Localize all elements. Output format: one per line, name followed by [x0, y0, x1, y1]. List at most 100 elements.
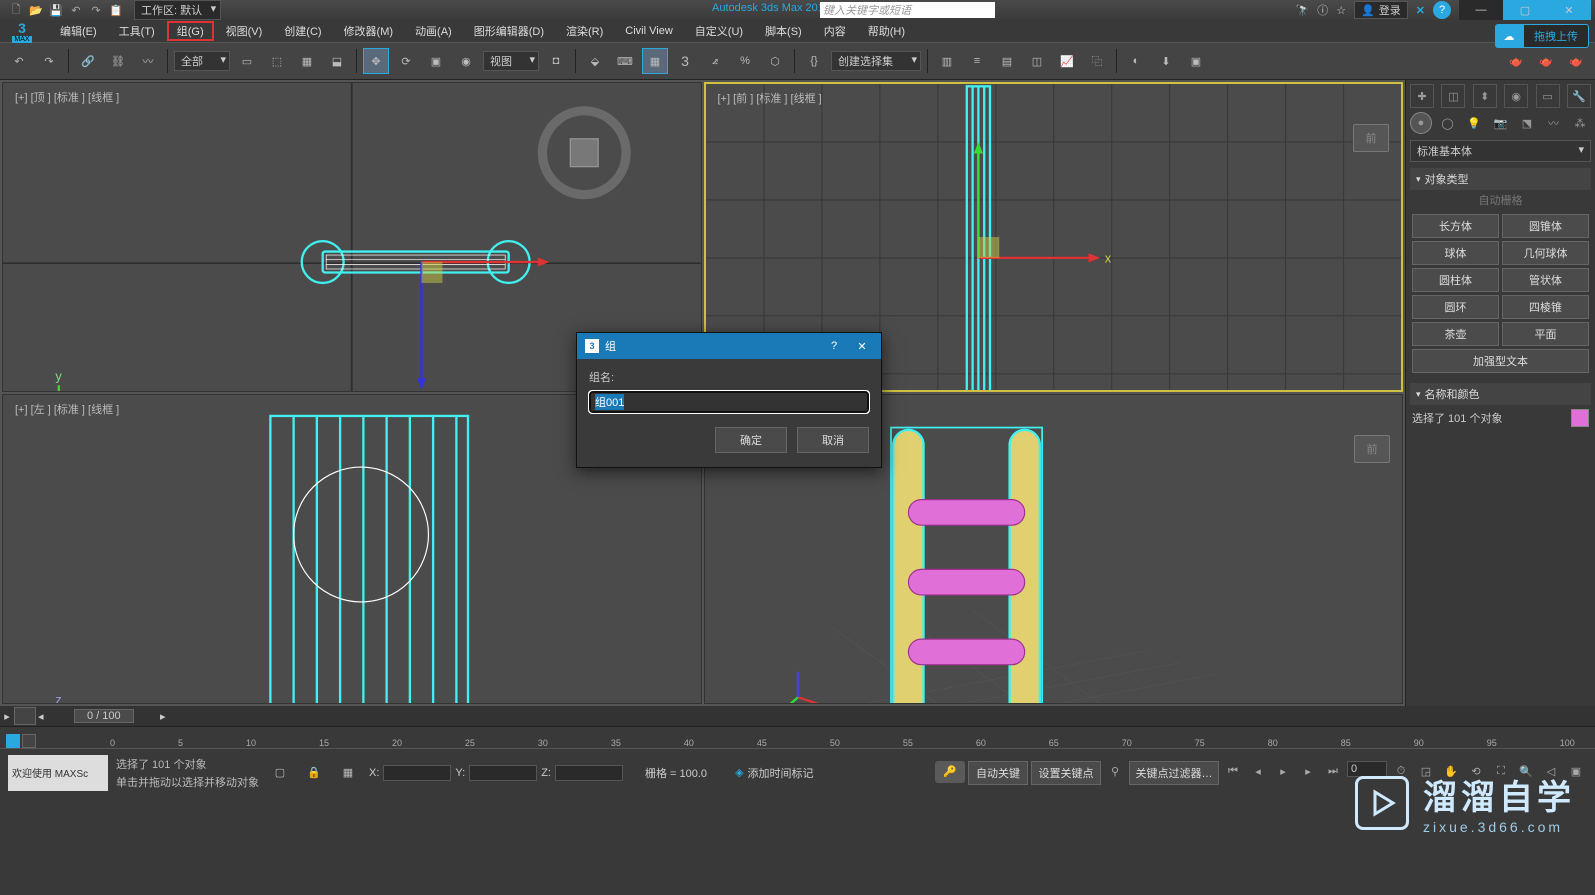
cancel-button[interactable]: 取消: [797, 427, 869, 453]
link-icon[interactable]: 🔗: [75, 48, 101, 74]
cross-icon[interactable]: ✕: [1416, 4, 1425, 17]
systems-icon[interactable]: ⁂: [1569, 112, 1591, 134]
sp-icon[interactable]: ⬡: [762, 48, 788, 74]
dialog-help-icon[interactable]: ?: [823, 340, 845, 352]
window-cross-icon[interactable]: ⬓: [324, 48, 350, 74]
bind-icon[interactable]: 〰: [135, 48, 161, 74]
percent-snap-icon[interactable]: ⦨: [702, 48, 728, 74]
viewcube-proxy-persp[interactable]: 前: [1354, 435, 1390, 463]
coord-y-input[interactable]: [469, 765, 537, 781]
ref-coord-dropdown[interactable]: 视图: [483, 51, 539, 71]
utilities-tab-icon[interactable]: 🔧: [1567, 84, 1591, 108]
maximize-button[interactable]: ▢: [1503, 0, 1547, 20]
goto-start-icon[interactable]: ⏮: [1222, 761, 1244, 783]
manip-icon[interactable]: ⬙: [582, 48, 608, 74]
search-input[interactable]: 键入关键字或短语: [820, 2, 995, 18]
align-icon[interactable]: ≡: [964, 48, 990, 74]
scale-icon[interactable]: ▣: [423, 48, 449, 74]
mirror-icon[interactable]: ▥: [934, 48, 960, 74]
key-big-icon[interactable]: 🔑: [935, 761, 965, 783]
abs-rel-icon[interactable]: ▦: [335, 760, 361, 786]
shapes-icon[interactable]: ◯: [1437, 112, 1459, 134]
lock-icon[interactable]: 🔒: [301, 760, 327, 786]
star-icon[interactable]: ☆: [1336, 4, 1346, 17]
menu-渲染r[interactable]: 渲染(R): [556, 21, 613, 41]
menu-图形编辑器d[interactable]: 图形编辑器(D): [464, 21, 554, 41]
undo-icon[interactable]: ↶: [6, 48, 32, 74]
app-logo[interactable]: 3MAX: [4, 20, 40, 42]
primitive-4[interactable]: 圆柱体: [1412, 268, 1499, 292]
select-name-icon[interactable]: ⬚: [264, 48, 290, 74]
auto-grid-checkbox[interactable]: 自动栅格: [1410, 190, 1591, 210]
help-icon[interactable]: ?: [1433, 1, 1451, 19]
primitive-0[interactable]: 长方体: [1412, 214, 1499, 238]
primitive-2[interactable]: 球体: [1412, 241, 1499, 265]
coord-z-input[interactable]: [555, 765, 623, 781]
redo-dd-icon[interactable]: ↷: [88, 2, 104, 18]
menu-组g[interactable]: 组(G): [167, 21, 214, 41]
select-icon[interactable]: ▭: [234, 48, 260, 74]
modify-tab-icon[interactable]: ◫: [1441, 84, 1465, 108]
add-time-marker[interactable]: ◈添加时间标记: [735, 765, 813, 781]
key-mode-icon[interactable]: [6, 734, 20, 748]
layers-icon[interactable]: ▤: [994, 48, 1020, 74]
maxscript-listener[interactable]: 欢迎使用 MAXSc: [8, 755, 108, 791]
open-file-icon[interactable]: 📂: [28, 2, 44, 18]
menu-创建c[interactable]: 创建(C): [274, 21, 331, 41]
save-file-icon[interactable]: 💾: [48, 2, 64, 18]
undo-dd-icon[interactable]: ↶: [68, 2, 84, 18]
move-icon[interactable]: ✥: [363, 48, 389, 74]
viewcube-proxy-front[interactable]: 前: [1353, 124, 1389, 152]
set-key-button[interactable]: 设置关键点: [1031, 761, 1101, 785]
upload-button[interactable]: ☁ 拖拽上传: [1495, 24, 1589, 48]
spinner-snap-icon[interactable]: %: [732, 48, 758, 74]
minimize-button[interactable]: —: [1459, 0, 1503, 20]
selection-filter[interactable]: 全部: [174, 51, 230, 71]
snap-toggle-icon[interactable]: ▦: [642, 48, 668, 74]
project-icon[interactable]: 📋: [108, 2, 124, 18]
coord-x-input[interactable]: [383, 765, 451, 781]
primitive-3[interactable]: 几何球体: [1502, 241, 1589, 265]
group-name-input[interactable]: [589, 391, 869, 413]
schematic-icon[interactable]: ⿻: [1084, 48, 1110, 74]
display-tab-icon[interactable]: ▭: [1536, 84, 1560, 108]
ok-button[interactable]: 确定: [715, 427, 787, 453]
primitive-1[interactable]: 圆锥体: [1502, 214, 1589, 238]
placement-icon[interactable]: ◉: [453, 48, 479, 74]
angle-snap-icon[interactable]: 3: [672, 48, 698, 74]
rollout-name-color[interactable]: 名称和颜色: [1410, 383, 1591, 405]
motion-tab-icon[interactable]: ◉: [1504, 84, 1528, 108]
menu-动画a[interactable]: 动画(A): [405, 21, 462, 41]
render-setup-icon[interactable]: ⬇: [1153, 48, 1179, 74]
key-filter-button[interactable]: 关键点过滤器…: [1129, 761, 1219, 785]
spacewarps-icon[interactable]: 〰: [1543, 112, 1565, 134]
menu-civil view[interactable]: Civil View: [615, 23, 682, 39]
goto-end-icon[interactable]: ⏭: [1322, 761, 1344, 783]
binoculars-icon[interactable]: 🔭: [1296, 4, 1310, 17]
menu-编辑e[interactable]: 编辑(E): [50, 21, 107, 41]
next-frame-icon[interactable]: ▸: [1297, 761, 1319, 783]
prev-frame-icon[interactable]: ◂: [1247, 761, 1269, 783]
unlink-icon[interactable]: ⛓: [105, 48, 131, 74]
menu-帮助h[interactable]: 帮助(H): [858, 21, 915, 41]
rect-select-icon[interactable]: ▦: [294, 48, 320, 74]
close-button[interactable]: ✕: [1547, 0, 1591, 20]
primitive-6[interactable]: 圆环: [1412, 295, 1499, 319]
menu-视图v[interactable]: 视图(V): [216, 21, 273, 41]
auto-key-button[interactable]: 自动关键: [968, 761, 1028, 785]
selection-set-dropdown[interactable]: 创建选择集: [831, 51, 921, 71]
primitive-8[interactable]: 茶壶: [1412, 322, 1499, 346]
curve-editor-icon[interactable]: 📈: [1054, 48, 1080, 74]
primitive-7[interactable]: 四棱锥: [1502, 295, 1589, 319]
dialog-close-icon[interactable]: ✕: [851, 340, 873, 353]
key-filter-icon[interactable]: ⚲: [1104, 761, 1126, 783]
hierarchy-tab-icon[interactable]: ⬍: [1473, 84, 1497, 108]
lock-sel-icon[interactable]: ▢: [267, 760, 293, 786]
menu-脚本s[interactable]: 脚本(S): [755, 21, 812, 41]
menu-修改器m[interactable]: 修改器(M): [334, 21, 404, 41]
workspace-dropdown[interactable]: 工作区: 默认: [134, 0, 221, 20]
category-dropdown[interactable]: 标准基本体: [1410, 140, 1591, 162]
pivot-icon[interactable]: ◘: [543, 48, 569, 74]
time-slider[interactable]: 0 / 100: [74, 709, 134, 723]
menu-工具t[interactable]: 工具(T): [109, 21, 165, 41]
